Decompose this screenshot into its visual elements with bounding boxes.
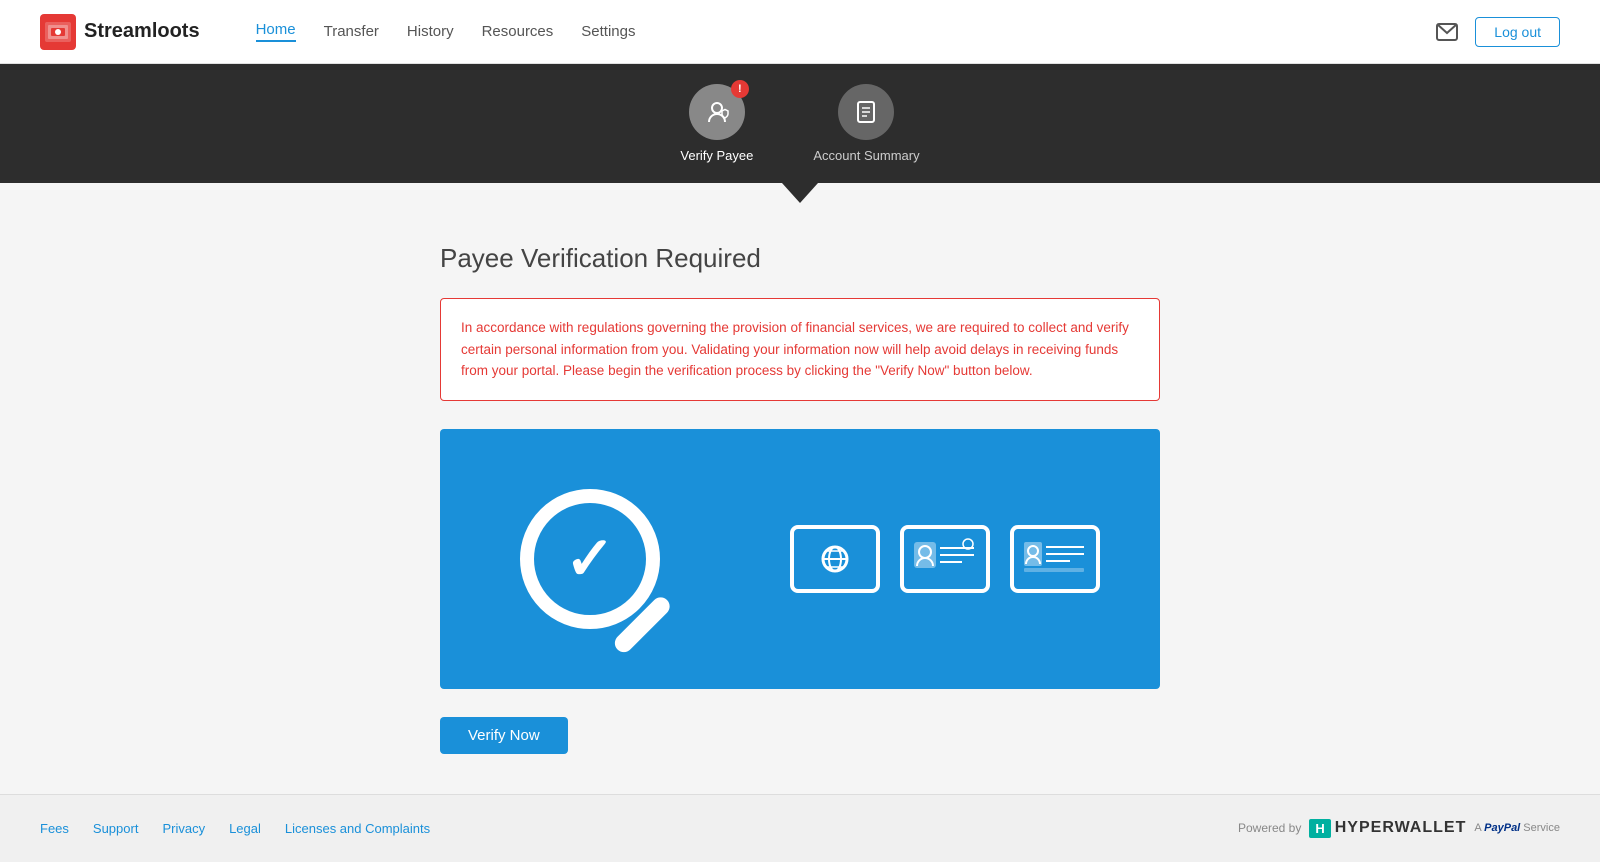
document-icon <box>852 98 880 126</box>
verify-now-button[interactable]: Verify Now <box>440 717 568 754</box>
hyperwallet-name: HYPERWALLET <box>1335 819 1467 837</box>
footer-legal-link[interactable]: Legal <box>229 821 261 836</box>
hyperwallet-logo: H HYPERWALLET <box>1309 819 1466 838</box>
nav-transfer[interactable]: Transfer <box>324 23 379 40</box>
paypal-service-text: A PayPal Service <box>1474 822 1560 835</box>
checkmark-icon: ✓ <box>565 529 615 589</box>
passport-icon <box>790 525 880 593</box>
header-left: Streamloots Home Transfer History Resour… <box>40 14 635 50</box>
step-verify-payee: ! Verify Payee <box>680 84 753 163</box>
step-verify-payee-badge: ! <box>731 80 749 98</box>
footer-privacy-link[interactable]: Privacy <box>162 821 205 836</box>
header: Streamloots Home Transfer History Resour… <box>0 0 1600 64</box>
alert-box: In accordance with regulations governing… <box>440 298 1160 401</box>
id-icons <box>790 525 1100 593</box>
nav-resources[interactable]: Resources <box>482 23 554 40</box>
step-verify-payee-label: Verify Payee <box>680 148 753 163</box>
logout-button[interactable]: Log out <box>1475 17 1560 47</box>
stepper-steps: ! Verify Payee Account Summary <box>680 84 919 183</box>
logo-link[interactable]: Streamloots <box>40 14 200 50</box>
mag-circle: ✓ <box>520 489 660 629</box>
main-nav: Home Transfer History Resources Settings <box>256 21 636 42</box>
mag-handle <box>611 593 673 655</box>
step-account-summary-circle <box>838 84 894 140</box>
streamloots-logo-icon <box>40 14 76 50</box>
step-account-summary-label: Account Summary <box>813 148 919 163</box>
footer-licenses-link[interactable]: Licenses and Complaints <box>285 821 430 836</box>
paypal-service: A PayPal Service <box>1474 822 1560 835</box>
person-shield-icon <box>703 98 731 126</box>
footer-right: Powered by H HYPERWALLET A PayPal Servic… <box>1238 819 1560 838</box>
id-card-photo-icon <box>900 525 990 593</box>
main-content: Payee Verification Required In accordanc… <box>420 243 1180 754</box>
nav-history[interactable]: History <box>407 23 454 40</box>
page-title: Payee Verification Required <box>440 243 1160 274</box>
footer-fees-link[interactable]: Fees <box>40 821 69 836</box>
footer: Fees Support Privacy Legal Licenses and … <box>0 794 1600 862</box>
footer-support-link[interactable]: Support <box>93 821 139 836</box>
step-verify-payee-circle: ! <box>689 84 745 140</box>
powered-by-text: Powered by <box>1238 821 1301 835</box>
footer-links: Fees Support Privacy Legal Licenses and … <box>40 821 430 836</box>
alert-text: In accordance with regulations governing… <box>461 317 1139 382</box>
header-right: Log out <box>1435 17 1560 47</box>
nav-home[interactable]: Home <box>256 21 296 42</box>
mail-icon[interactable] <box>1435 20 1459 44</box>
drivers-license-icon <box>1010 525 1100 593</box>
hyperwallet-h-box: H <box>1309 819 1330 838</box>
logo-text: Streamloots <box>84 20 200 43</box>
nav-settings[interactable]: Settings <box>581 23 635 40</box>
stepper-bar: ! Verify Payee Account Summary <box>0 64 1600 183</box>
step-account-summary: Account Summary <box>813 84 919 163</box>
verification-image: ✓ <box>440 429 1160 689</box>
magnifying-glass-icon: ✓ <box>520 489 660 629</box>
